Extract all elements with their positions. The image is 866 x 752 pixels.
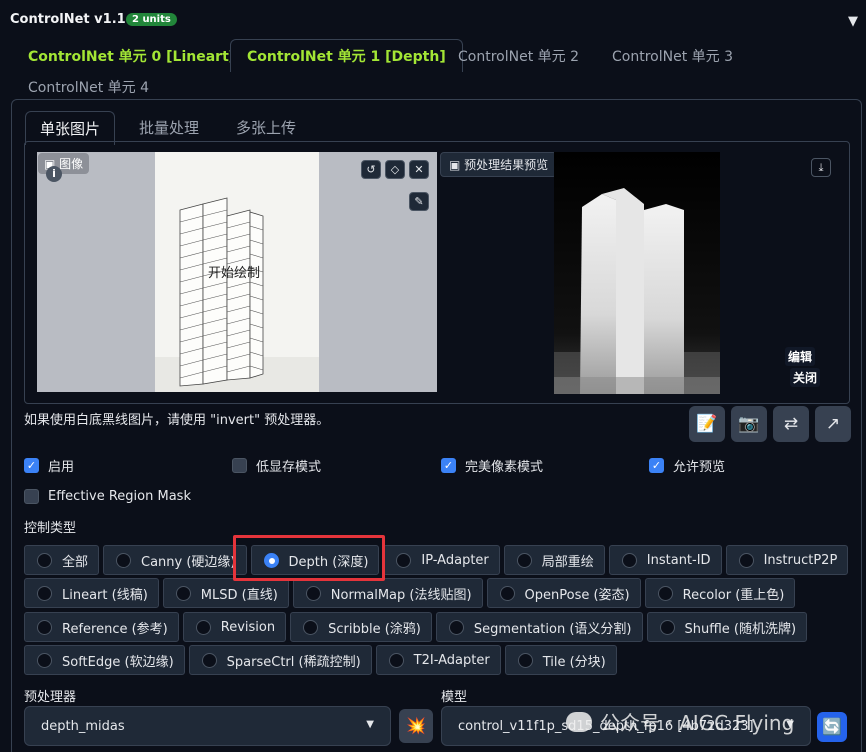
low-vram-checkbox[interactable]: 低显存模式 [232,456,321,475]
control-type-option[interactable]: Tile (分块) [504,645,617,675]
refresh-models-icon[interactable]: 🔄 [817,712,847,742]
allow-preview-checkbox[interactable]: ✓ 允许预览 [649,456,725,475]
swap-icon[interactable]: ⇄ [773,406,809,442]
selection-highlight-box [233,535,385,581]
control-type-option[interactable]: Instant-ID [608,545,722,575]
control-type-option[interactable]: NormalMap (法线贴图) [292,578,483,608]
new-canvas-icon[interactable]: 📝 [689,406,725,442]
control-type-option[interactable]: 局部重绘 [503,545,605,575]
tab-single-image[interactable]: 单张图片 [25,111,116,145]
info-icon[interactable]: i [46,166,62,182]
download-icon[interactable]: ⤓ [811,158,831,177]
control-type-option[interactable]: Lineart (线稿) [24,578,159,608]
check-icon: ✓ [24,458,39,473]
enable-checkbox[interactable]: ✓ 启用 [24,456,74,475]
control-type-option[interactable]: 全部 [24,545,100,575]
camera-icon[interactable]: 📷 [731,406,767,442]
control-type-option[interactable]: Scribble (涂鸦) [290,612,432,642]
control-type-option[interactable]: SparseCtrl (稀疏控制) [188,645,372,675]
control-type-label: 控制类型 [24,521,77,536]
tab-unit-4[interactable]: ControlNet 单元 4 [28,77,149,97]
check-icon: ✓ [441,458,456,473]
preprocessor-label: 预处理器 [24,690,77,705]
control-type-option[interactable]: Segmentation (语义分割) [435,612,643,642]
tab-unit-2[interactable]: ControlNet 单元 2 [458,46,579,66]
send-dimensions-icon[interactable]: ↗ [815,406,851,442]
control-type-option[interactable]: OpenPose (姿态) [486,578,641,608]
control-type-option[interactable]: Reference (参考) [24,612,179,642]
tab-unit-1[interactable]: ControlNet 单元 1 [Depth] [230,39,463,72]
run-preprocessor-icon[interactable]: 💥 [399,709,433,743]
depth-preview-image [554,152,720,394]
effective-region-mask-checkbox[interactable]: Effective Region Mask [24,489,191,504]
control-type-option[interactable]: IP-Adapter [383,545,500,575]
control-type-option[interactable]: InstructP2P [725,545,849,575]
control-type-option[interactable]: Recolor (重上色) [644,578,796,608]
control-type-row-4: SoftEdge (软边缘) SparseCtrl (稀疏控制) T2I-Ada… [24,645,621,675]
control-type-option[interactable]: MLSD (直线) [162,578,289,608]
tab-batch[interactable]: 批量处理 [139,117,199,138]
start-draw-text: 开始绘制 [208,266,261,281]
close-icon[interactable]: ✕ [409,160,429,179]
tab-multi-upload[interactable]: 多张上传 [236,117,296,138]
control-type-option[interactable]: Shuffle (随机洗牌) [646,612,808,642]
control-type-row-3: Reference (参考) Revision Scribble (涂鸦) Se… [24,612,811,642]
watermark: 公众号 · AIGC Flying [566,707,794,736]
control-type-option[interactable]: Revision [182,612,287,642]
model-label: 模型 [441,690,468,705]
eraser-icon[interactable]: ◇ [385,160,405,179]
close-preview-button[interactable]: 关闭 [790,368,821,387]
caret-down-icon: ▼ [366,719,374,730]
undo-icon[interactable]: ↺ [361,160,381,179]
control-type-option[interactable]: Canny (硬边缘) [103,545,247,575]
brush-icon[interactable]: ✎ [409,192,429,211]
edit-button[interactable]: 编辑 [785,347,816,366]
preprocessor-select[interactable]: depth_midas ▼ [24,706,391,746]
wechat-icon [566,711,592,732]
check-icon: ✓ [649,458,664,473]
tab-unit-0[interactable]: ControlNet 单元 0 [Lineart] [28,46,235,66]
image-icon: ▣ [449,158,465,172]
control-type-row-1: 全部 Canny (硬边缘) Depth (深度) IP-Adapter 局部重… [24,545,852,575]
preview-label: ▣ 预处理结果预览 [440,152,558,177]
control-type-option[interactable]: SoftEdge (软边缘) [24,645,185,675]
invert-hint: 如果使用白底黑线图片，请使用 "invert" 预处理器。 [24,413,330,428]
tab-unit-3[interactable]: ControlNet 单元 3 [612,46,733,66]
control-type-row-2: Lineart (线稿) MLSD (直线) NormalMap (法线贴图) … [24,578,799,608]
control-type-option[interactable]: T2I-Adapter [375,645,501,675]
pixel-perfect-checkbox[interactable]: ✓ 完美像素模式 [441,456,543,475]
units-badge: 2 units [126,13,177,26]
triangle-down-icon[interactable]: ▼ [848,14,858,29]
